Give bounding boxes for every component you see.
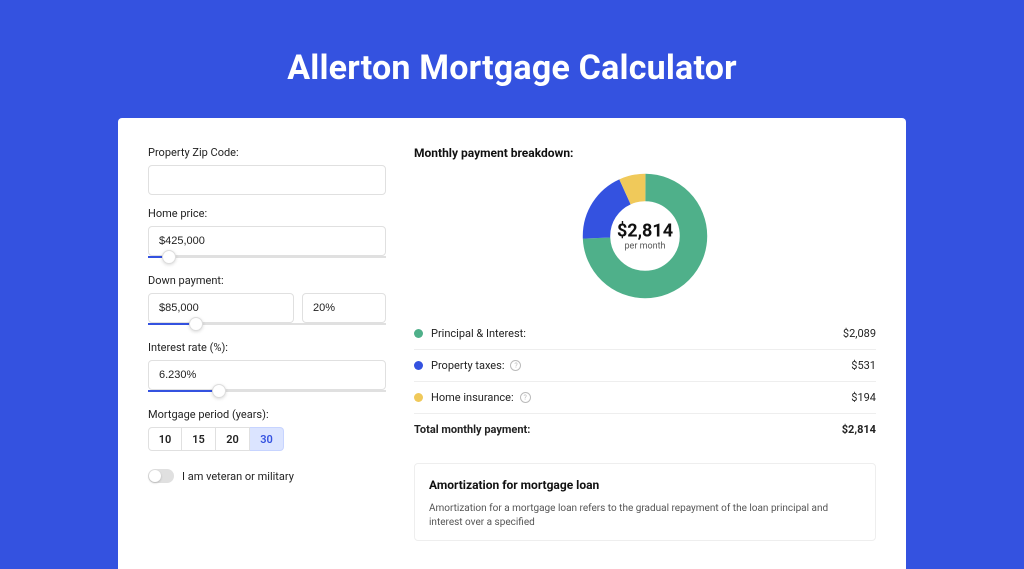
total-label: Total monthly payment: <box>414 423 530 436</box>
donut-chart: $2,814 per month <box>414 172 876 300</box>
breakdown-panel: Monthly payment breakdown: $2,814 per mo… <box>414 146 876 541</box>
interest-rate-input[interactable] <box>148 360 386 390</box>
slider-fill <box>148 390 219 392</box>
legend-row: Property taxes:? $531 <box>414 350 876 382</box>
info-icon[interactable]: ? <box>520 392 531 403</box>
legend-dot <box>414 393 423 402</box>
form-panel: Property Zip Code: Home price: Down paym… <box>148 146 386 541</box>
amortization-card: Amortization for mortgage loan Amortizat… <box>414 463 876 541</box>
zip-label: Property Zip Code: <box>148 146 386 159</box>
down-payment-label: Down payment: <box>148 274 386 287</box>
mortgage-period-label: Mortgage period (years): <box>148 408 386 421</box>
amortization-text: Amortization for a mortgage loan refers … <box>429 502 861 530</box>
donut-amount: $2,814 <box>617 221 673 242</box>
interest-rate-slider[interactable] <box>148 388 386 396</box>
veteran-toggle-label: I am veteran or military <box>182 470 294 483</box>
period-option-15[interactable]: 15 <box>182 427 216 451</box>
legend-dot <box>414 361 423 370</box>
veteran-toggle[interactable] <box>148 469 174 483</box>
legend-value: $2,089 <box>843 327 876 340</box>
period-option-30[interactable]: 30 <box>250 427 284 451</box>
amortization-title: Amortization for mortgage loan <box>429 478 861 492</box>
legend-row: Home insurance:? $194 <box>414 382 876 414</box>
slider-thumb[interactable] <box>162 250 176 264</box>
slider-thumb[interactable] <box>212 384 226 398</box>
total-row: Total monthly payment: $2,814 <box>414 414 876 445</box>
calculator-card: Property Zip Code: Home price: Down paym… <box>118 118 906 569</box>
home-price-slider[interactable] <box>148 254 386 262</box>
interest-rate-label: Interest rate (%): <box>148 341 386 354</box>
legend-label: Principal & Interest: <box>431 327 526 340</box>
mortgage-period-group: 10152030 <box>148 427 386 451</box>
total-value: $2,814 <box>842 423 876 436</box>
home-price-label: Home price: <box>148 207 386 220</box>
zip-input[interactable] <box>148 165 386 195</box>
donut-sublabel: per month <box>617 242 673 252</box>
legend-dot <box>414 329 423 338</box>
down-payment-pct-input[interactable] <box>302 293 386 323</box>
slider-track <box>148 256 386 258</box>
legend-row: Principal & Interest: $2,089 <box>414 318 876 350</box>
legend-label: Property taxes: <box>431 359 504 372</box>
down-payment-slider[interactable] <box>148 321 386 329</box>
down-payment-input[interactable] <box>148 293 294 323</box>
period-option-10[interactable]: 10 <box>148 427 182 451</box>
slider-thumb[interactable] <box>189 317 203 331</box>
toggle-knob <box>149 470 161 482</box>
page-title: Allerton Mortgage Calculator <box>0 0 1024 118</box>
legend-value: $531 <box>851 359 876 372</box>
info-icon[interactable]: ? <box>510 360 521 371</box>
home-price-input[interactable] <box>148 226 386 256</box>
legend-value: $194 <box>851 391 876 404</box>
legend-label: Home insurance: <box>431 391 514 404</box>
breakdown-heading: Monthly payment breakdown: <box>414 146 876 160</box>
period-option-20[interactable]: 20 <box>216 427 250 451</box>
